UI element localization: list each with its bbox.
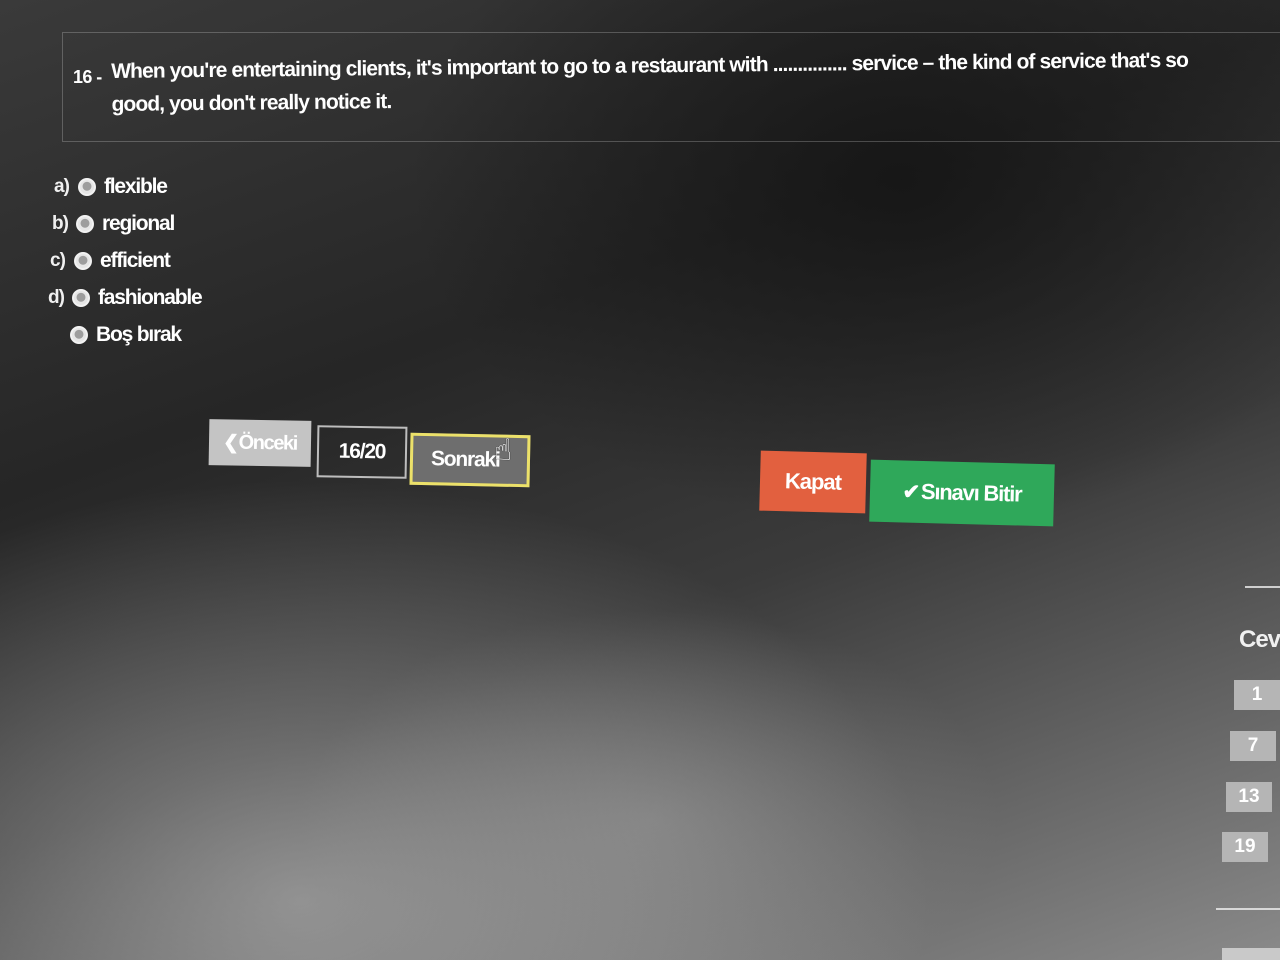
answer-panel: Cev 1 7 13 19: [1210, 570, 1280, 960]
question-jump-cell[interactable]: 1: [1234, 680, 1280, 710]
option-label: Boş bırak: [96, 323, 182, 346]
option-label: flexible: [104, 175, 168, 198]
divider: [1216, 908, 1280, 910]
option-label: efficient: [100, 249, 171, 272]
option-a[interactable]: a) flexible: [54, 172, 168, 202]
next-button[interactable]: Sonraki: [409, 432, 531, 488]
option-letter: b): [52, 213, 69, 234]
option-d[interactable]: d) fashionable: [48, 283, 203, 313]
check-icon: ✔: [902, 479, 920, 504]
hand-pointer-icon: ☝: [494, 434, 513, 467]
finish-exam-button[interactable]: ✔ Sınavı Bitir: [869, 459, 1055, 527]
close-label: Kapat: [784, 468, 842, 495]
option-label: regional: [102, 212, 175, 235]
exam-screen: 16 - When you're entertaining clients, i…: [0, 0, 1280, 960]
finish-label: Sınavı Bitir: [920, 478, 1022, 507]
question-number: 16 -: [73, 67, 102, 87]
radio-button[interactable]: [70, 326, 88, 344]
question-box: 16 - When you're entertaining clients, i…: [62, 32, 1280, 142]
question-counter: 16/20: [316, 425, 408, 479]
question-jump-cell[interactable]: 7: [1230, 731, 1276, 761]
option-leave-blank[interactable]: Boş bırak: [46, 320, 182, 350]
chevron-left-icon: ❮: [222, 431, 238, 454]
question-jump-cell[interactable]: 13: [1226, 782, 1272, 812]
question-jump-cell[interactable]: 19: [1222, 832, 1268, 862]
previous-button[interactable]: ❮ Önceki: [208, 419, 312, 467]
radio-button[interactable]: [76, 215, 94, 233]
divider: [1245, 586, 1280, 588]
radio-button[interactable]: [78, 178, 96, 196]
option-b[interactable]: b) regional: [52, 209, 175, 239]
radio-button[interactable]: [74, 252, 92, 270]
option-label: fashionable: [98, 286, 203, 309]
next-label: Sonraki: [430, 447, 500, 472]
panel-footer-block: [1222, 948, 1280, 960]
option-letter: a): [54, 176, 70, 197]
radio-button[interactable]: [72, 289, 90, 307]
question-text: When you're entertaining clients, it's i…: [111, 48, 1189, 116]
close-button[interactable]: Kapat: [759, 450, 867, 514]
option-letter: d): [48, 287, 65, 308]
previous-label: Önceki: [238, 431, 298, 455]
option-c[interactable]: c) efficient: [50, 246, 171, 276]
option-letter: c): [50, 250, 66, 271]
answer-panel-title: Cev: [1239, 626, 1280, 653]
